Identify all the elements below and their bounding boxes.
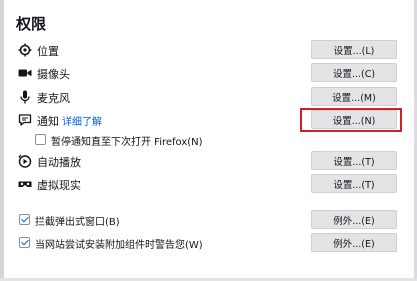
camera-icon <box>18 66 32 80</box>
autoplay-settings-button[interactable]: 设置...(T) <box>311 151 397 170</box>
window-frame-left <box>0 0 4 281</box>
permissions-section-title: 权限 <box>16 15 47 33</box>
vr-headset-icon <box>18 177 32 191</box>
permission-row-camera: 摄像头 设置...(C) <box>16 63 397 85</box>
addon-warning-checkbox[interactable] <box>19 237 30 248</box>
pause-notifications-checkbox[interactable] <box>35 134 46 145</box>
camera-label: 摄像头 <box>37 68 70 81</box>
permission-row-location: 位置 设置...(L) <box>16 40 397 62</box>
popups-exceptions-button[interactable]: 例外...(E) <box>311 210 397 229</box>
notifications-settings-button[interactable]: 设置...(N) <box>311 110 397 129</box>
pause-notifications-label: 暂停通知直至下次打开 Firefox(N) <box>51 137 203 148</box>
microphone-icon <box>18 90 32 104</box>
microphone-label: 麦克风 <box>37 92 70 105</box>
location-settings-button[interactable]: 设置...(L) <box>311 40 397 59</box>
vr-settings-button[interactable]: 设置...(T) <box>311 174 397 193</box>
permission-row-autoplay: 自动播放 设置...(T) <box>16 151 397 173</box>
block-popups-checkbox[interactable] <box>19 214 30 225</box>
permission-row-notifications: 通知 详细了解 设置...(N) <box>16 110 397 132</box>
permission-row-microphone: 麦克风 设置...(M) <box>16 87 397 109</box>
notifications-label: 通知 <box>37 115 59 128</box>
microphone-settings-button[interactable]: 设置...(M) <box>311 87 397 106</box>
autoplay-label: 自动播放 <box>37 156 81 169</box>
addon-warning-label: 当网站尝试安装附加组件时警告您(W) <box>35 240 203 251</box>
vr-label: 虚拟现实 <box>37 179 81 192</box>
permission-row-vr: 虚拟现实 设置...(T) <box>16 174 397 196</box>
learn-more-link[interactable]: 详细了解 <box>62 113 102 128</box>
location-icon <box>18 43 32 57</box>
notification-icon <box>18 113 32 127</box>
addon-exceptions-button[interactable]: 例外...(E) <box>311 233 397 252</box>
camera-settings-button[interactable]: 设置...(C) <box>311 63 397 82</box>
block-popups-label: 拦截弹出式窗口(B) <box>35 217 120 228</box>
autoplay-icon <box>18 154 32 168</box>
location-label: 位置 <box>37 45 59 58</box>
